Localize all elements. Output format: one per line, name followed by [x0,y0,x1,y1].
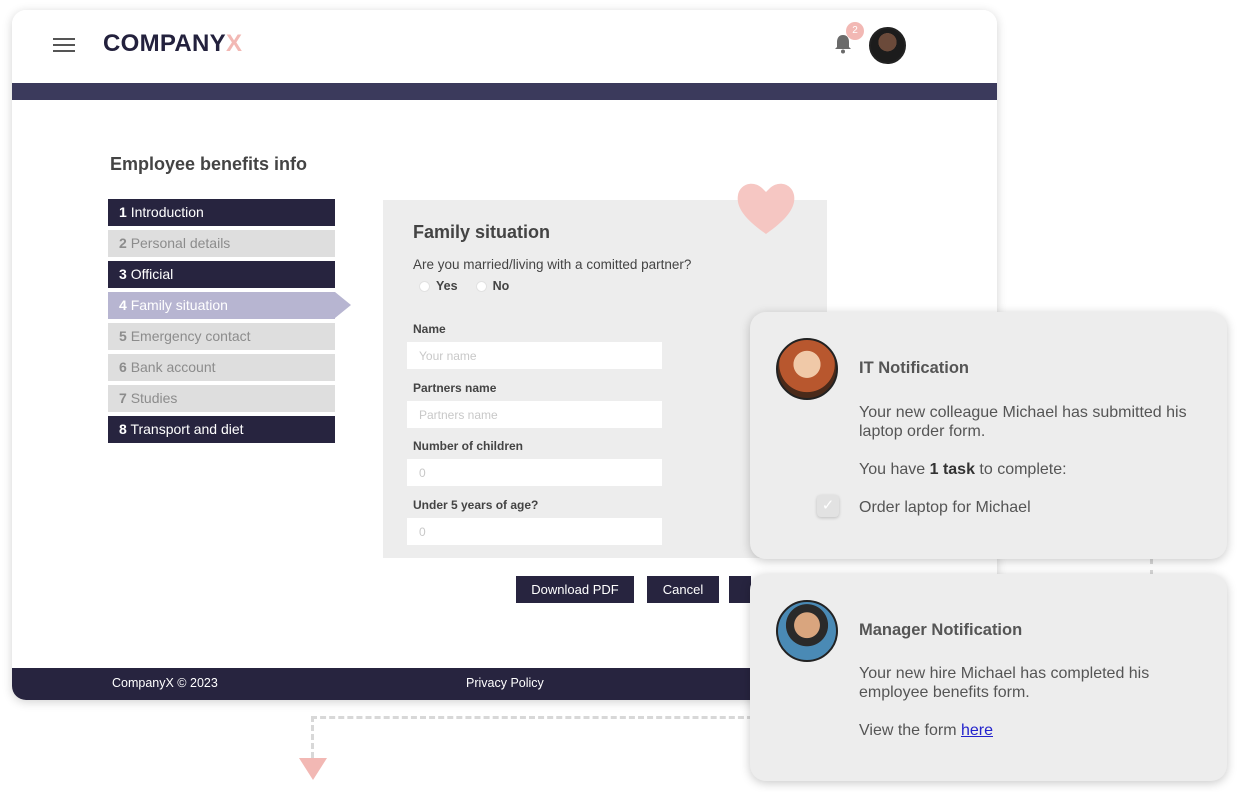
hamburger-menu-icon[interactable] [53,38,75,54]
step-number: 1 [119,204,127,220]
step-label: Personal details [130,235,231,251]
task-item: Order laptop for Michael [859,499,1031,516]
cancel-button[interactable]: Cancel [647,576,719,603]
step-introduction[interactable]: 1 Introduction [108,199,335,226]
it-notification-card: IT Notification Your new colleague Micha… [750,312,1227,559]
children-input[interactable] [407,459,662,486]
radio-yes-label: Yes [436,279,458,293]
it-avatar [776,338,838,400]
name-label: Name [413,322,446,336]
step-label: Official [130,266,174,282]
step-number: 6 [119,359,127,375]
step-label: Transport and diet [130,421,244,437]
step-nav: 1 Introduction 2 Personal details 3 Offi… [108,199,351,447]
partner-radio-group: Yes No [419,279,509,293]
step-number: 7 [119,390,127,406]
step-bank-account[interactable]: 6 Bank account [108,354,335,381]
manager-notification-title: Manager Notification [859,621,1023,639]
manager-avatar [776,600,838,662]
partners-name-label: Partners name [413,381,497,395]
step-label: Introduction [130,204,204,220]
company-logo[interactable]: COMPANYX [103,30,242,58]
manager-notification-message: Your new hire Michael has completed his … [859,665,1150,701]
it-task-summary: You have 1 task to complete: [859,460,1209,479]
radio-no-label: No [492,279,510,293]
download-pdf-button[interactable]: Download PDF [516,576,634,603]
step-studies[interactable]: 7 Studies [108,385,335,412]
view-form-prefix: View the form [859,722,961,739]
under5-input[interactable] [407,518,662,545]
manager-notification-card: Manager Notification Your new hire Micha… [750,574,1227,781]
step-number: 2 [119,235,127,251]
next-button[interactable] [729,576,751,603]
step-label: Bank account [130,359,216,375]
partners-name-input[interactable] [407,401,662,428]
task-suffix: to complete: [974,461,1067,478]
step-transport-and-diet[interactable]: 8 Transport and diet [108,416,335,443]
header: COMPANYX 2 [12,10,997,83]
step-number: 3 [119,266,127,282]
name-input[interactable] [407,342,662,369]
under5-label: Under 5 years of age? [413,498,539,512]
flow-connector-vertical [311,716,314,758]
form-title: Family situation [413,222,551,242]
step-label: Studies [130,390,178,406]
children-label: Number of children [413,439,524,453]
view-form-line: View the form here [859,721,1209,740]
radio-yes[interactable]: Yes [419,279,458,293]
notification-badge: 2 [846,22,864,40]
task-checkbox[interactable]: ✓ [817,495,839,517]
flow-connector-horizontal [311,716,753,719]
logo-text: COMPANY [103,30,226,57]
step-number: 5 [119,328,127,344]
privacy-policy-link[interactable]: Privacy Policy [466,676,544,690]
task-prefix: You have [859,461,930,478]
task-count: 1 task [929,461,975,478]
it-notification-message: Your new colleague Michael has submitted… [859,404,1187,440]
step-family-situation[interactable]: 4 Family situation [108,292,351,319]
step-number: 8 [119,421,127,437]
logo-accent: X [226,30,243,57]
page-title: Employee benefits info [110,154,308,174]
view-form-link[interactable]: here [961,722,993,739]
radio-circle[interactable] [419,280,430,292]
step-emergency-contact[interactable]: 5 Emergency contact [108,323,335,350]
step-label: Family situation [130,297,228,313]
step-number: 4 [119,297,127,313]
step-label: Emergency contact [130,328,251,344]
arrow-down-icon [299,758,327,780]
it-notification-title: IT Notification [859,359,969,377]
top-accent-bar [12,83,997,100]
heart-icon [737,183,795,234]
step-official[interactable]: 3 Official [108,261,335,288]
radio-no[interactable]: No [475,279,510,293]
partner-question: Are you married/living with a comitted p… [413,257,692,272]
radio-circle[interactable] [475,280,487,292]
step-personal-details[interactable]: 2 Personal details [108,230,335,257]
user-avatar[interactable] [869,27,906,64]
copyright-text: CompanyX © 2023 [112,676,218,690]
